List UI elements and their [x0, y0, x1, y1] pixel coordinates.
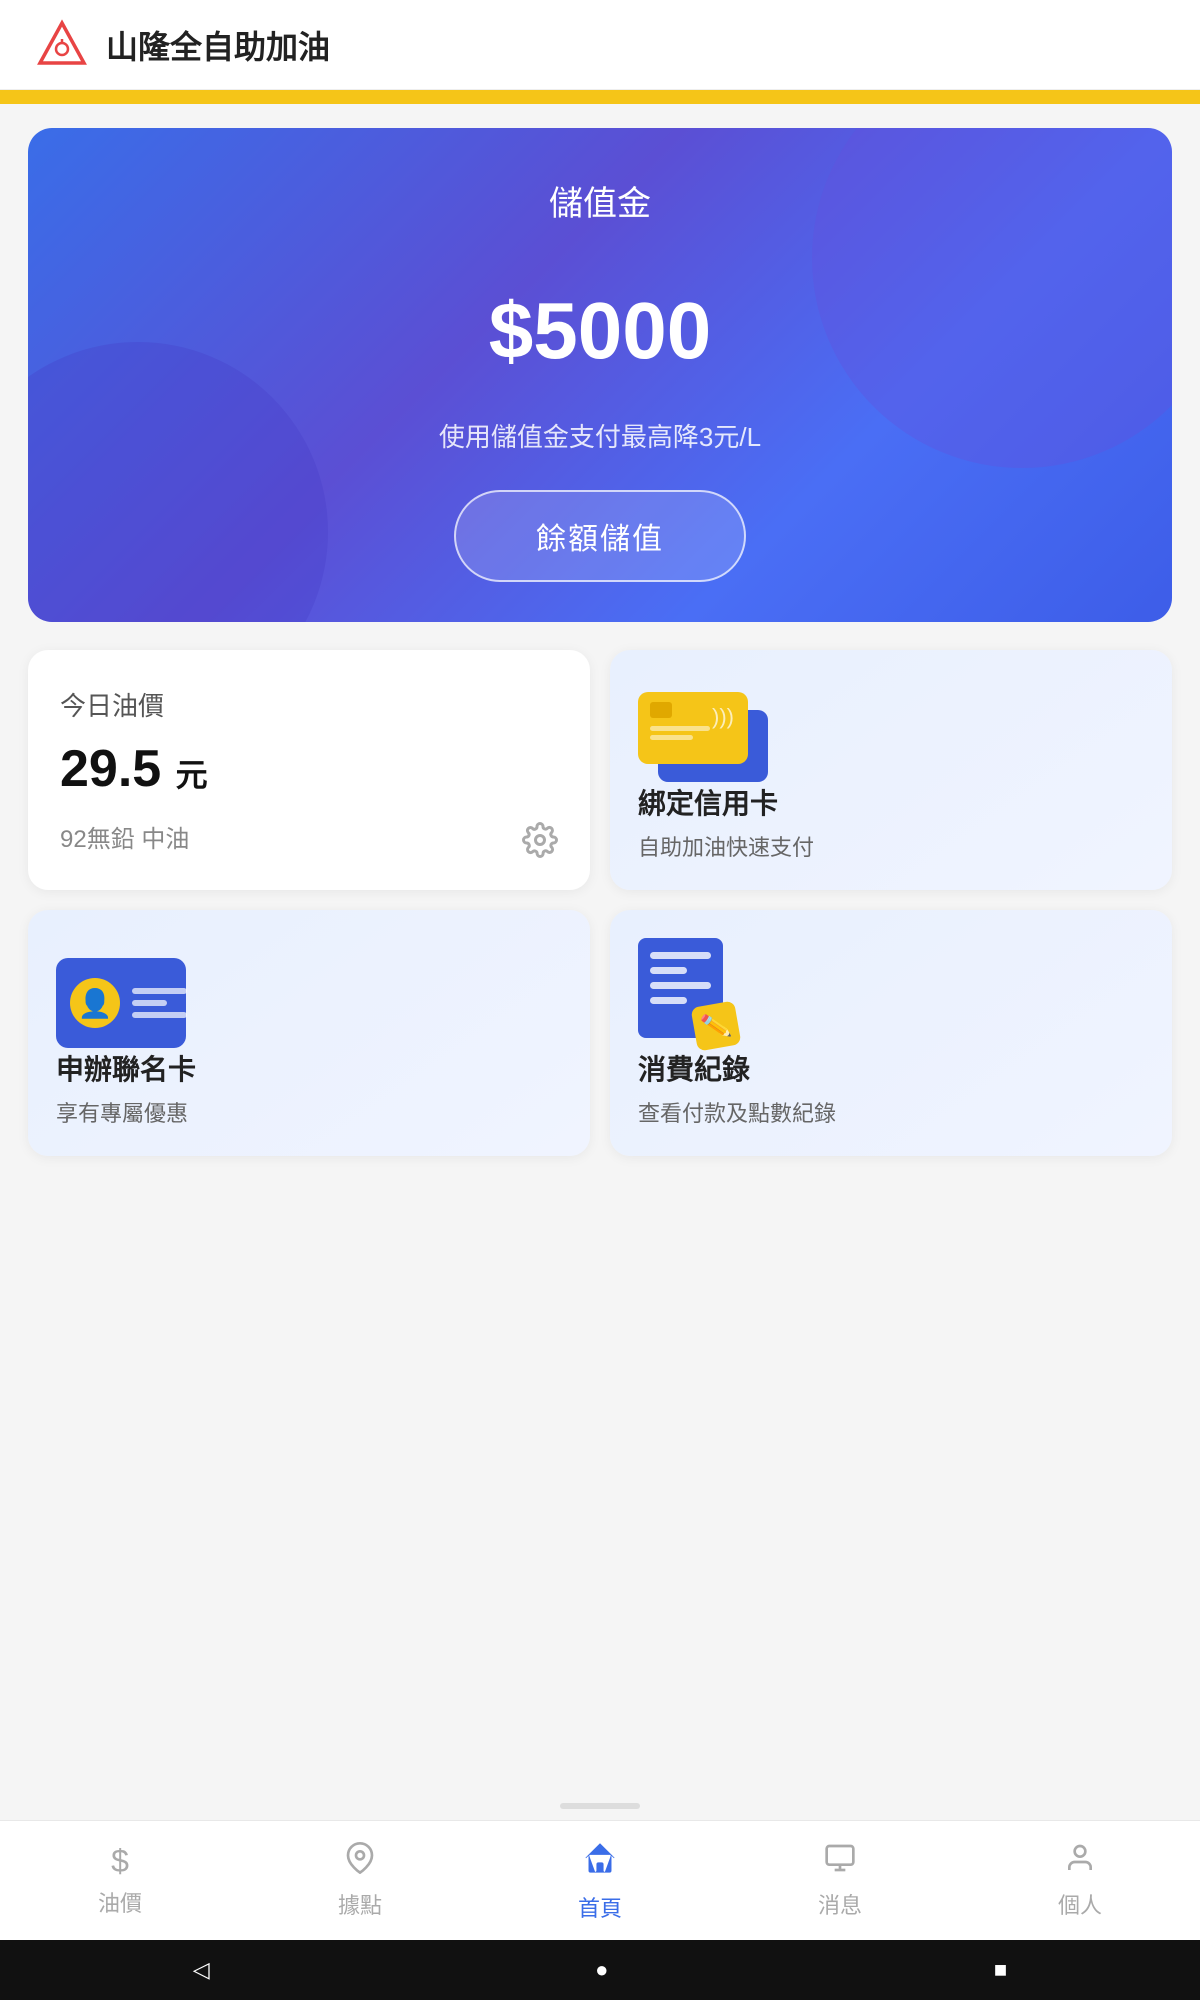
- membership-subtitle: 享有專屬優惠: [56, 1096, 562, 1128]
- home-nav-label: 首頁: [578, 1891, 622, 1923]
- receipt-icon: ✏️: [638, 938, 738, 1048]
- records-feature[interactable]: ✏️ 消費紀錄 查看付款及點數紀錄: [610, 910, 1172, 1156]
- membership-card-icon: 👤: [56, 958, 186, 1048]
- nav-item-home[interactable]: 首頁: [480, 1821, 720, 1940]
- home-button[interactable]: ●: [595, 1957, 608, 1983]
- features-grid: 今日油價 29.5 元 92無鉛 中油 )): [28, 650, 1172, 1156]
- system-bar: ◁ ● ■: [0, 1940, 1200, 2000]
- oil-price-desc: 92無鉛 中油: [60, 819, 558, 854]
- profile-nav-icon: [1064, 1842, 1096, 1882]
- profile-nav-label: 個人: [1058, 1888, 1102, 1920]
- recharge-button[interactable]: 餘額儲值: [454, 490, 746, 582]
- yellow-bar: [0, 90, 1200, 104]
- back-button[interactable]: ◁: [193, 1957, 210, 1983]
- oil-price-value: 29.5 元: [60, 739, 558, 799]
- logo-icon: [36, 19, 88, 71]
- membership-title: 申辦聯名卡: [56, 1048, 562, 1088]
- credit-card-feature[interactable]: ))) 綁定信用卡 自助加油快速支付: [610, 650, 1172, 890]
- records-subtitle: 查看付款及點數紀錄: [638, 1096, 1144, 1128]
- oil-price-nav-icon: $: [111, 1843, 129, 1880]
- app-title: 山隆全自助加油: [106, 22, 330, 68]
- header: 山隆全自助加油: [0, 0, 1200, 90]
- home-indicator: [560, 1803, 640, 1809]
- oil-price-nav-label: 油價: [98, 1886, 142, 1918]
- main-content: 儲值金 $5000 使用儲值金支付最高降3元/L 餘額儲值 今日油價 29.5 …: [0, 104, 1200, 2000]
- oil-price-title: 今日油價: [60, 686, 558, 723]
- balance-amount: $5000: [489, 285, 711, 377]
- credit-card-icon: ))): [638, 692, 768, 782]
- home-nav-icon: [581, 1839, 619, 1885]
- nav-item-profile[interactable]: 個人: [960, 1821, 1200, 1940]
- oil-price-card: 今日油價 29.5 元 92無鉛 中油: [28, 650, 590, 890]
- locations-nav-icon: [344, 1842, 376, 1882]
- messages-nav-label: 消息: [818, 1888, 862, 1920]
- nav-item-messages[interactable]: 消息: [720, 1821, 960, 1940]
- locations-nav-label: 據點: [338, 1888, 382, 1920]
- messages-nav-icon: [824, 1842, 856, 1882]
- balance-card: 儲值金 $5000 使用儲值金支付最高降3元/L 餘額儲值: [28, 128, 1172, 622]
- records-title: 消費紀錄: [638, 1048, 1144, 1088]
- balance-label: 儲值金: [549, 176, 651, 225]
- credit-card-subtitle: 自助加油快速支付: [638, 830, 1144, 862]
- recent-button[interactable]: ■: [994, 1957, 1007, 1983]
- nav-item-oil-price[interactable]: $ 油價: [0, 1821, 240, 1940]
- nav-item-locations[interactable]: 據點: [240, 1821, 480, 1940]
- credit-card-title: 綁定信用卡: [638, 782, 1144, 822]
- bottom-navigation: $ 油價 據點 首頁 消息 個人: [0, 1820, 1200, 1940]
- membership-card-feature[interactable]: 👤 申辦聯名卡 享有專屬優惠: [28, 910, 590, 1156]
- settings-icon[interactable]: [522, 822, 558, 858]
- balance-hint: 使用儲值金支付最高降3元/L: [439, 417, 761, 454]
